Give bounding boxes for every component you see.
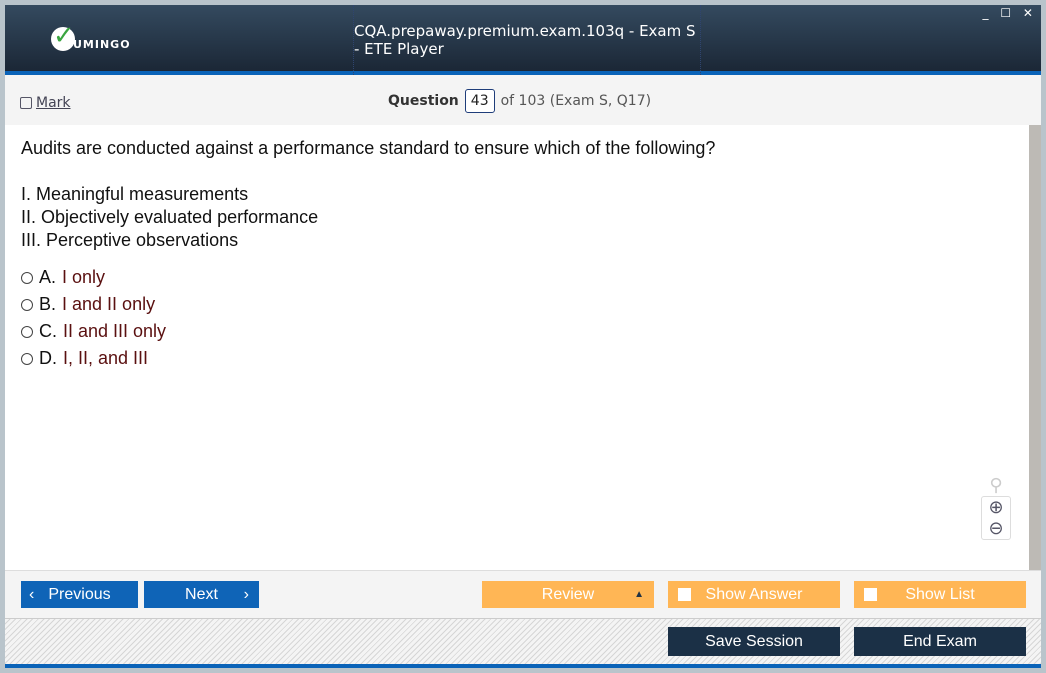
option-letter: D. (39, 348, 57, 368)
zoom-in-icon[interactable]: ⊕ (982, 497, 1010, 518)
zoom-out-icon[interactable]: ⊖ (982, 518, 1010, 539)
chevron-left-icon: ‹ (29, 585, 35, 603)
option-a[interactable]: A. I only (21, 264, 1013, 291)
option-text: I and II only (62, 294, 156, 314)
window-controls[interactable]: _ ☐ ✕ (983, 6, 1037, 20)
question-text: Audits are conducted against a performan… (21, 138, 716, 158)
bottom-border (5, 664, 1041, 668)
next-button[interactable]: Next › (144, 581, 259, 608)
question-counter: Question 43 of 103 (Exam S, Q17) (388, 89, 651, 113)
radio-icon[interactable] (21, 325, 33, 338)
option-d[interactable]: D. I, II, and III (21, 345, 1013, 372)
window-title: CQA.prepaway.premium.exam.103q - Exam S … (353, 5, 701, 75)
question-item: III. Perceptive observations (21, 230, 239, 250)
nav-bar: ‹ Previous Next › Review ▲ Show Answer Show… (5, 570, 1041, 618)
question-label: Question (388, 93, 459, 109)
radio-icon[interactable] (21, 352, 33, 365)
checkbox-icon[interactable] (678, 588, 691, 601)
show-list-button[interactable]: Show List (854, 581, 1026, 608)
header: ✓ UMINGO CQA.prepaway.premium.exam.103q -… (5, 5, 1041, 75)
app-window: ✓ UMINGO CQA.prepaway.premium.exam.103q -… (5, 5, 1041, 668)
footer: Save Session End Exam (5, 618, 1041, 664)
question-of-text: of 103 (Exam S, Q17) (500, 93, 652, 109)
scrollbar[interactable] (1029, 125, 1041, 570)
checkbox-icon[interactable] (864, 588, 877, 601)
mark-checkbox[interactable]: Mark (20, 95, 71, 111)
checkbox-icon[interactable] (20, 97, 32, 109)
chevron-right-icon: › (243, 585, 249, 603)
save-session-button[interactable]: Save Session (668, 627, 840, 656)
review-button[interactable]: Review ▲ (482, 581, 654, 608)
end-exam-button[interactable]: End Exam (854, 627, 1026, 656)
review-label: Review (541, 585, 595, 603)
option-text: II and III only (63, 321, 167, 341)
show-list-label: Show List (905, 585, 975, 603)
option-b[interactable]: B. I and II only (21, 291, 1013, 318)
zoom-controls: ⚲ ⊕ ⊖ (981, 475, 1011, 540)
mark-label: Mark (36, 95, 71, 111)
logo: ✓ UMINGO (51, 21, 131, 51)
radio-icon[interactable] (21, 271, 33, 284)
show-answer-button[interactable]: Show Answer (668, 581, 840, 608)
radio-icon[interactable] (21, 298, 33, 311)
option-letter: B. (39, 294, 57, 314)
previous-label: Previous (48, 585, 111, 603)
option-text: I, II, and III (63, 348, 149, 368)
option-c[interactable]: C. II and III only (21, 318, 1013, 345)
question-bar: Mark Question 43 of 103 (Exam S, Q17) (5, 79, 1041, 125)
zoom-reset-icon[interactable]: ⚲ (981, 475, 1011, 496)
question-number-input[interactable]: 43 (464, 89, 495, 113)
question-content: Audits are conducted against a performan… (5, 125, 1029, 570)
question-item: I. Meaningful measurements (21, 184, 249, 204)
next-label: Next (185, 585, 218, 603)
logo-text: UMINGO (73, 38, 131, 51)
show-answer-label: Show Answer (705, 585, 803, 603)
option-letter: A. (39, 267, 57, 287)
caret-up-icon[interactable]: ▲ (634, 589, 644, 600)
option-letter: C. (39, 321, 57, 341)
previous-button[interactable]: ‹ Previous (21, 581, 138, 608)
check-icon: ✓ (51, 21, 76, 51)
option-text: I only (62, 267, 106, 287)
question-item: II. Objectively evaluated performance (21, 207, 319, 227)
